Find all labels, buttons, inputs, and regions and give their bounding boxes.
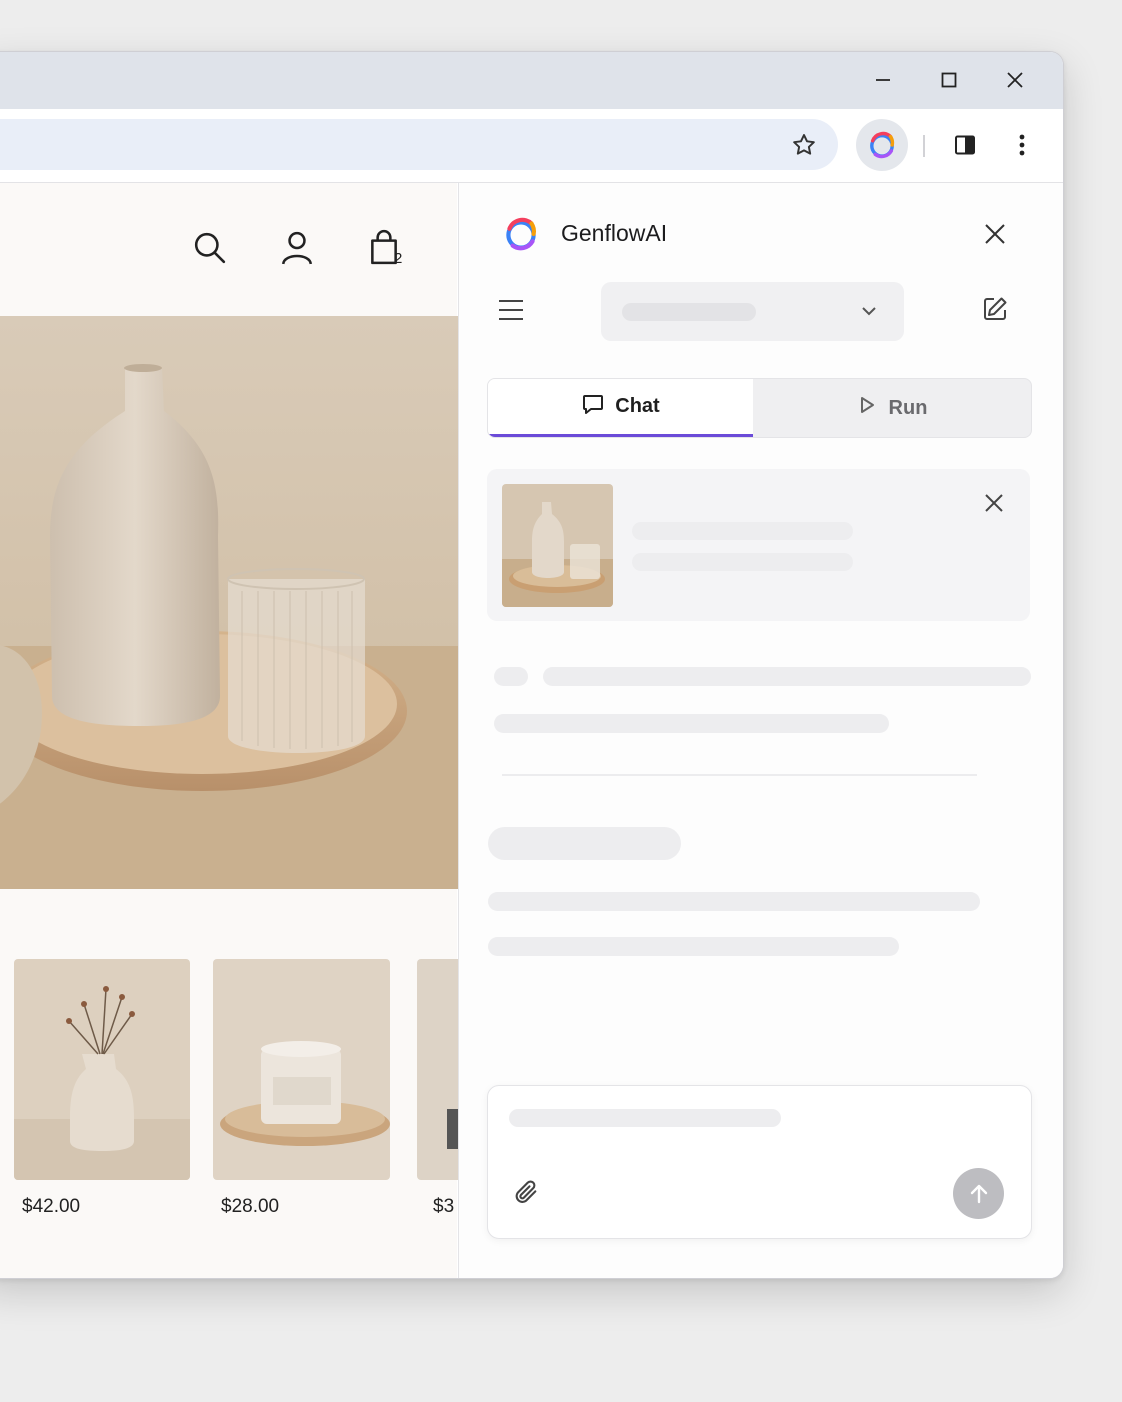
attached-page-thumbnail xyxy=(502,484,613,607)
cart-count-badge: 2 xyxy=(394,250,403,267)
divider xyxy=(502,774,977,776)
genflow-extension-icon[interactable] xyxy=(856,119,908,171)
chevron-down-icon xyxy=(859,301,881,323)
tab-chat[interactable]: Chat xyxy=(488,379,753,437)
response-placeholder-line xyxy=(488,892,980,911)
menu-icon[interactable] xyxy=(497,296,527,326)
product-thumbnail[interactable] xyxy=(213,959,390,1180)
send-button[interactable] xyxy=(953,1168,1004,1219)
title-bar xyxy=(0,52,1063,109)
remove-attachment-icon[interactable] xyxy=(983,492,1007,516)
paperclip-icon[interactable] xyxy=(512,1178,542,1208)
message-placeholder-line xyxy=(494,714,889,733)
star-icon[interactable] xyxy=(787,128,821,162)
new-chat-edit-icon[interactable] xyxy=(981,295,1011,325)
browser-toolbar xyxy=(0,109,1063,183)
address-bar[interactable] xyxy=(0,119,838,170)
search-icon[interactable] xyxy=(192,230,228,266)
message-composer[interactable] xyxy=(487,1085,1032,1239)
tab-run-label: Run xyxy=(888,396,928,419)
composer-placeholder xyxy=(509,1109,781,1127)
kebab-menu-icon[interactable] xyxy=(1005,128,1039,162)
side-panel-icon[interactable] xyxy=(948,128,982,162)
product-price: $42.00 xyxy=(22,1196,81,1217)
response-placeholder-line xyxy=(488,937,899,956)
response-heading-placeholder xyxy=(488,827,681,860)
play-icon xyxy=(857,395,877,421)
tab-chat-label: Chat xyxy=(615,395,660,417)
mode-tabs: Chat Run xyxy=(487,378,1032,438)
product-price: $28.00 xyxy=(221,1196,280,1217)
toolbar-divider xyxy=(923,135,925,157)
browser-window: 2 $42.00 $28.00 $3 GenflowAI Chat Run xyxy=(0,51,1064,1279)
hero-product-image xyxy=(0,316,458,889)
message-placeholder-bullet xyxy=(494,667,528,686)
panel-title: GenflowAI xyxy=(561,220,668,246)
attached-page-card xyxy=(487,469,1030,621)
account-icon[interactable] xyxy=(279,230,315,266)
panel-close-icon[interactable] xyxy=(980,219,1010,249)
close-icon[interactable] xyxy=(995,65,1035,95)
minimize-icon[interactable] xyxy=(863,65,903,95)
maximize-icon[interactable] xyxy=(929,65,969,95)
attached-url-placeholder xyxy=(632,553,853,571)
tab-run[interactable]: Run xyxy=(753,379,1031,437)
attached-title-placeholder xyxy=(632,522,853,540)
genflow-logo-icon xyxy=(500,213,542,255)
model-select[interactable] xyxy=(601,282,904,341)
product-thumbnail[interactable] xyxy=(14,959,190,1180)
arrow-up-icon xyxy=(970,1184,987,1203)
chat-bubble-icon xyxy=(581,392,605,422)
product-price: $3 xyxy=(433,1196,455,1217)
select-placeholder xyxy=(622,303,756,321)
message-placeholder-line xyxy=(543,667,1031,686)
